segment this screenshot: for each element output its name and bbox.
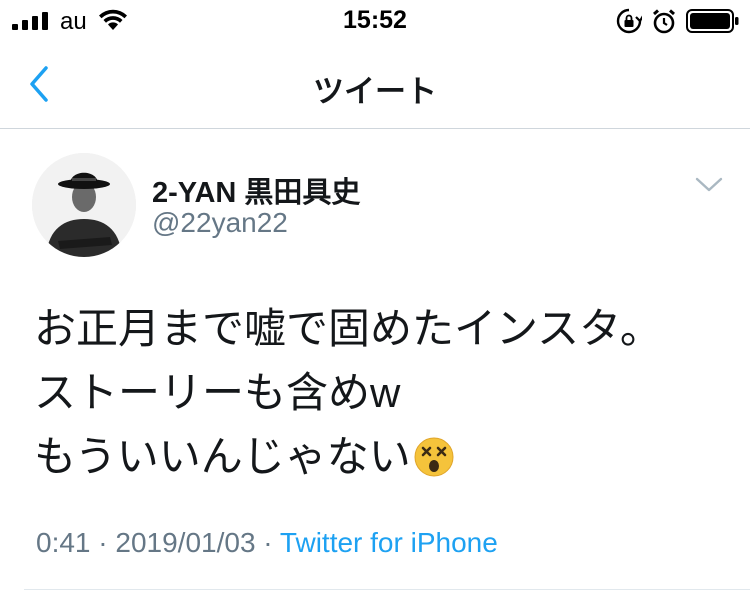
separator: · — [255, 527, 280, 558]
page-title: ツイート — [313, 74, 437, 109]
tweet-line: お正月まで嘘で固めたインスタ。 — [34, 305, 662, 352]
tweet-time: 0:41 — [36, 527, 91, 558]
alarm-clock-icon — [653, 9, 675, 34]
tweet-line: もういいんじゃない — [34, 425, 734, 489]
avatar-photo — [32, 153, 136, 257]
dizzy-face-emoji-icon — [414, 437, 454, 477]
display-name[interactable]: 2-YAN 黒田具史 — [152, 169, 360, 211]
status-bar: au 15:52 — [0, 0, 750, 44]
tweet-line-text: もういいんじゃない — [34, 433, 411, 480]
battery-icon — [686, 9, 739, 33]
user-handle[interactable]: @22yan22 — [152, 207, 288, 239]
tweet-date: 2019/01/03 — [115, 527, 256, 558]
separator: · — [90, 527, 116, 558]
navigation-bar: ツイート — [0, 44, 750, 129]
tweet-metadata: 0:41 · 2019/01/03 · Twitter for iPhone — [36, 527, 498, 559]
tweet-source-link[interactable]: Twitter for iPhone — [280, 527, 498, 558]
avatar[interactable] — [32, 153, 136, 257]
tweet-text: お正月まで嘘で固めたインスタ。 ストーリーも含めw もういいんじゃない — [34, 297, 734, 489]
tweet-detail: 2-YAN 黒田具史 @22yan22 お正月まで嘘で固めたインスタ。 ストーリ… — [0, 129, 750, 592]
tweet-line: ストーリーも含めw — [34, 369, 401, 416]
divider — [24, 589, 750, 590]
chevron-down-icon[interactable] — [694, 175, 724, 195]
rotation-lock-icon — [616, 8, 642, 34]
